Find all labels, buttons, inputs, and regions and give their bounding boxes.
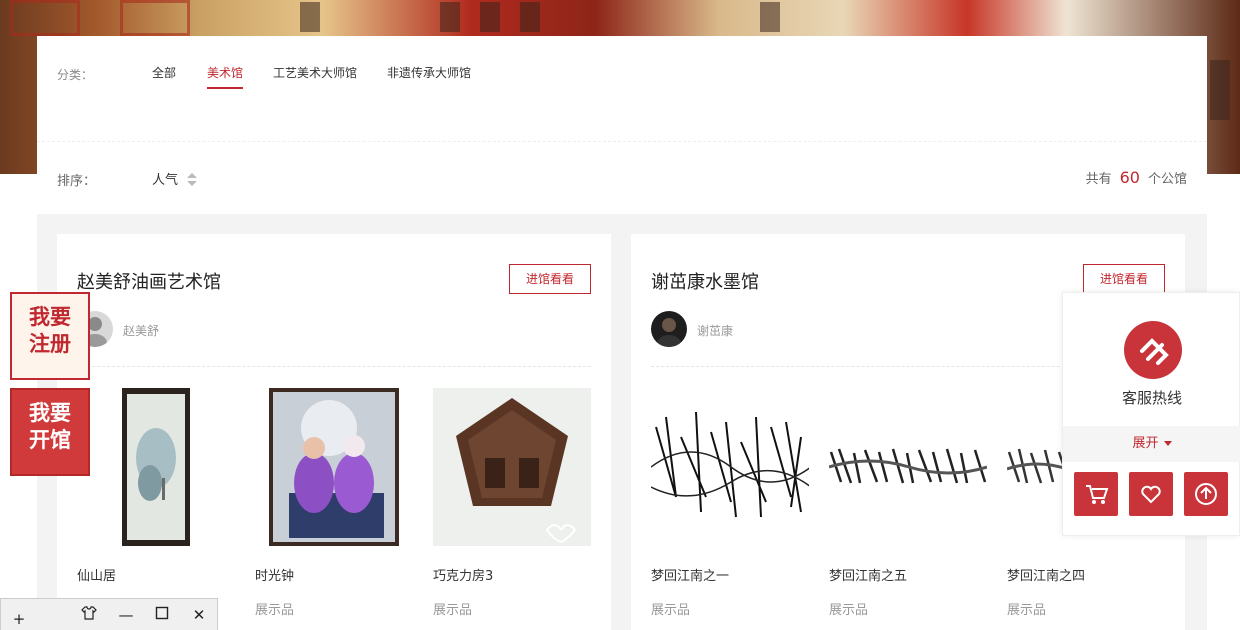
category-art-museum[interactable]: 美术馆 xyxy=(207,64,244,89)
sort-label: 排序： xyxy=(57,174,97,189)
artwork-type: 展示品 xyxy=(651,603,691,618)
total-number: 60 xyxy=(1119,168,1140,187)
artwork-name[interactable]: 巧克力房3 xyxy=(433,565,493,584)
window-toolbar: + — ✕ xyxy=(0,598,218,630)
category-label: 分类： xyxy=(57,68,94,82)
banner-decor xyxy=(480,2,500,32)
back-to-top-icon[interactable] xyxy=(1184,472,1228,516)
heart-icon[interactable] xyxy=(1129,472,1173,516)
plus-icon[interactable]: + xyxy=(9,609,29,629)
artwork-type: 展示品 xyxy=(829,603,869,618)
expand-toggle[interactable]: 展开 xyxy=(1063,426,1240,462)
cart-icon[interactable] xyxy=(1074,472,1118,516)
maximize-icon[interactable] xyxy=(152,605,172,625)
gallery-card: 赵美舒油画艺术馆 进馆看看 赵美舒 仙山居 时光钟 巧克力房3 展示品 展示品 … xyxy=(57,234,611,630)
artwork-type: 展示品 xyxy=(433,603,473,618)
banner-decor xyxy=(760,2,780,32)
sort-popularity[interactable]: 人气 xyxy=(152,169,178,188)
category-heritage-master[interactable]: 非遗传承大师馆 xyxy=(387,64,471,87)
category-craft-master[interactable]: 工艺美术大师馆 xyxy=(273,64,357,87)
total-suffix: 个公馆 xyxy=(1147,172,1187,187)
service-panel: 客服热线 展开 xyxy=(1062,292,1240,536)
sort-arrows-icon[interactable] xyxy=(187,173,197,187)
artwork-name[interactable]: 梦回江南之一 xyxy=(651,565,729,584)
open-line1: 我要 xyxy=(29,401,71,425)
minimize-icon[interactable]: — xyxy=(116,605,136,625)
banner-decor xyxy=(520,2,540,32)
artwork-image[interactable] xyxy=(651,388,809,546)
avatar[interactable] xyxy=(651,311,687,347)
enter-gallery-button[interactable]: 进馆看看 xyxy=(1083,264,1165,294)
gallery-owner[interactable]: 谢茁康 xyxy=(697,322,733,339)
divider xyxy=(77,366,591,367)
artwork-image[interactable] xyxy=(433,388,591,546)
enter-gallery-button[interactable]: 进馆看看 xyxy=(509,264,591,294)
artwork-image[interactable] xyxy=(829,388,987,546)
banner-decor xyxy=(440,2,460,32)
open-line2: 开馆 xyxy=(29,428,71,452)
open-gallery-badge[interactable]: 我要 开馆 xyxy=(10,388,90,476)
sort-bar: 排序： 人气 共有 60 个公馆 xyxy=(37,141,1207,214)
artwork-type: 展示品 xyxy=(255,603,295,618)
artwork-name[interactable]: 梦回江南之四 xyxy=(1007,565,1085,584)
banner-decor xyxy=(10,0,80,36)
total-prefix: 共有 xyxy=(1085,172,1112,187)
register-badge[interactable]: 我要 注册 xyxy=(10,292,90,380)
artwork-name[interactable]: 时光钟 xyxy=(255,565,294,584)
artwork-type: 展示品 xyxy=(1007,603,1047,618)
banner-decor xyxy=(1210,60,1230,120)
gallery-title[interactable]: 谢茁康水墨馆 xyxy=(651,268,759,294)
artwork-image[interactable] xyxy=(77,388,235,546)
shirt-icon[interactable] xyxy=(79,605,99,626)
artwork-name[interactable]: 梦回江南之五 xyxy=(829,565,907,584)
total-count: 共有 60 个公馆 xyxy=(1086,168,1187,187)
close-icon[interactable]: ✕ xyxy=(189,605,209,625)
category-filter: 分类： 全部 美术馆 工艺美术大师馆 非遗传承大师馆 xyxy=(37,36,1207,141)
banner-decor xyxy=(120,0,190,36)
gallery-title[interactable]: 赵美舒油画艺术馆 xyxy=(77,268,221,294)
gallery-owner[interactable]: 赵美舒 xyxy=(123,322,159,339)
expand-label: 展开 xyxy=(1132,436,1159,451)
hotline-label[interactable]: 客服热线 xyxy=(1063,387,1240,408)
category-all[interactable]: 全部 xyxy=(152,64,176,87)
service-logo-icon xyxy=(1124,321,1182,379)
caret-down-icon xyxy=(1163,441,1172,446)
artwork-image[interactable] xyxy=(255,388,413,546)
register-line1: 我要 xyxy=(29,305,71,329)
register-line2: 注册 xyxy=(29,332,71,356)
artwork-name[interactable]: 仙山居 xyxy=(77,565,116,584)
banner-decor xyxy=(300,2,320,32)
